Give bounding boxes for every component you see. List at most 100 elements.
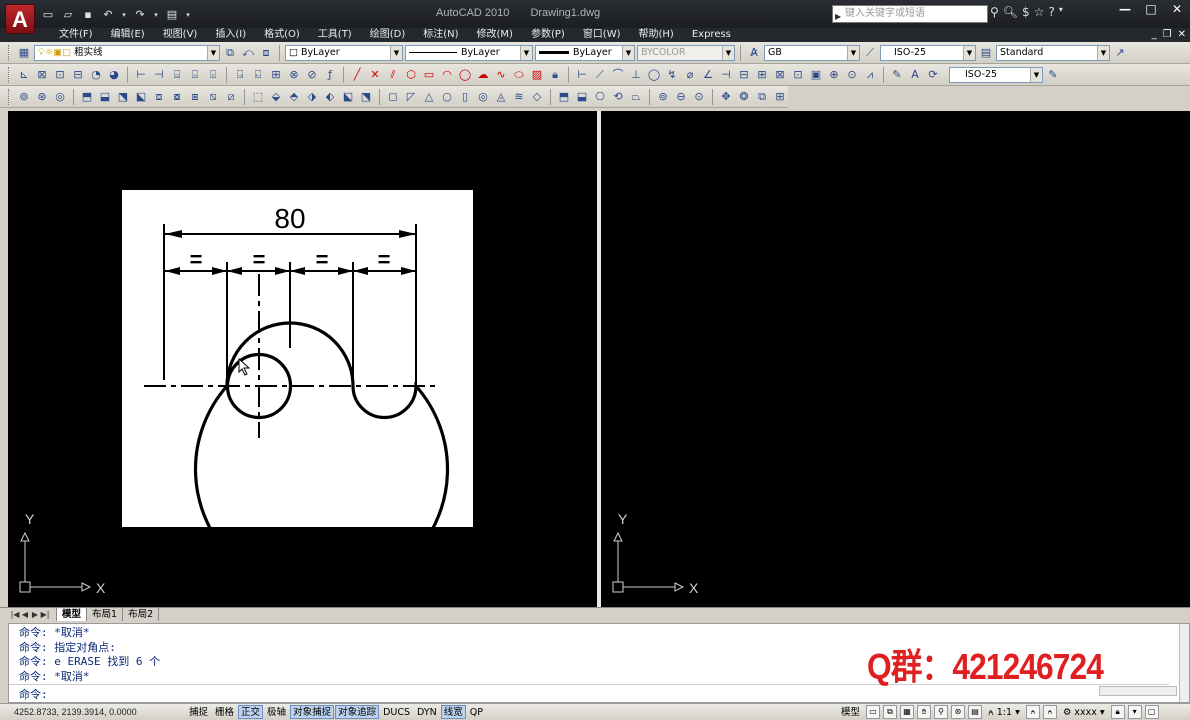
redo-icon[interactable]: ↷	[132, 8, 148, 22]
orbit-icon[interactable]: ⊚	[16, 89, 32, 105]
tb-icon-3[interactable]: ⊡	[52, 67, 68, 83]
command-vertical-scrollbar[interactable]	[1179, 624, 1189, 702]
dim-jogged-icon[interactable]: ↯	[664, 67, 680, 83]
viewport-left[interactable]: 80 = = = = X Y	[8, 111, 597, 607]
layout-icon[interactable]: ▭	[866, 705, 881, 719]
circle-icon[interactable]: ◯	[457, 67, 473, 83]
ucs-view-icon[interactable]: ⧇	[169, 89, 185, 105]
table-style-icon[interactable]: ▤	[978, 45, 994, 61]
search-icon[interactable]: 🔍︎	[1003, 5, 1018, 19]
toggle-dyn[interactable]: DYN	[414, 705, 440, 719]
tab-layout2[interactable]: 布局2	[122, 608, 158, 621]
tb-icon-16[interactable]: ⊘	[304, 67, 320, 83]
rectangle-icon[interactable]: ▭	[421, 67, 437, 83]
help-icon[interactable]: ?	[1048, 5, 1054, 19]
extrude-icon[interactable]: ⬒	[556, 89, 572, 105]
cone-icon[interactable]: △	[421, 89, 437, 105]
revolve-icon[interactable]: ⟲	[610, 89, 626, 105]
showmotion-icon[interactable]: ▤	[968, 705, 983, 719]
menu-view[interactable]: 视图(V)	[154, 28, 207, 42]
pan-icon[interactable]: ✋︎	[917, 705, 932, 719]
linetype-combo[interactable]: ByLayer ▼	[405, 44, 533, 61]
pyramid-icon[interactable]: ◬	[493, 89, 509, 105]
ucs-face-icon[interactable]: ⬕	[133, 89, 149, 105]
ucs-zaxis-icon[interactable]: ⧅	[205, 89, 221, 105]
ucs-3point-icon[interactable]: ⧄	[223, 89, 239, 105]
plot-icon[interactable]: ▤	[164, 8, 180, 22]
quick-view-drawings-icon[interactable]: ▦	[900, 705, 915, 719]
doc-minimize-button[interactable]: _	[1152, 29, 1157, 40]
favorites-icon[interactable]: ☆	[1034, 5, 1045, 19]
menu-file[interactable]: 文件(F)	[50, 28, 102, 42]
dim-break-icon[interactable]: ⊡	[790, 67, 806, 83]
revcloud-icon[interactable]: ☁︎	[475, 67, 491, 83]
dim-space-icon[interactable]: ⊠	[772, 67, 788, 83]
workspace-switch[interactable]: ⚙ xxxx ▾	[1060, 705, 1108, 719]
tab-layout1[interactable]: 布局1	[86, 608, 122, 621]
menu-insert[interactable]: 插入(I)	[206, 28, 255, 42]
lineweight-combo[interactable]: ByLayer ▼	[535, 44, 635, 61]
xline-icon[interactable]: ✕	[367, 67, 383, 83]
menu-express[interactable]: Express	[683, 28, 740, 42]
ucs-icon[interactable]: ⬒	[79, 89, 95, 105]
tb-icon-6[interactable]: ◕	[106, 67, 122, 83]
sweep-icon[interactable]: ⎔	[592, 89, 608, 105]
command-horizontal-scrollbar[interactable]	[1099, 686, 1177, 696]
binoculars-icon[interactable]: ⚲	[990, 5, 999, 19]
3dalign-icon[interactable]: ⧉	[754, 89, 770, 105]
box-icon[interactable]: ◻	[385, 89, 401, 105]
save-icon[interactable]: ▪	[80, 8, 96, 22]
tb-icon-11[interactable]: ⌻	[205, 67, 221, 83]
tb-icon-1[interactable]: ⊾	[16, 67, 32, 83]
toggle-qp[interactable]: QP	[467, 705, 486, 719]
qat-dropdown-icon[interactable]: ▾	[184, 8, 192, 22]
menu-edit[interactable]: 编辑(E)	[102, 28, 154, 42]
menu-window[interactable]: 窗口(W)	[574, 28, 630, 42]
menu-parametric[interactable]: 参数(P)	[522, 28, 574, 42]
3drotate-icon[interactable]: ❂	[736, 89, 752, 105]
toolbar-grip[interactable]	[8, 66, 11, 83]
tb-icon-2[interactable]: ⊠	[34, 67, 50, 83]
dim-continue-icon[interactable]: ⊞	[754, 67, 770, 83]
continuous-orbit-icon[interactable]: ◎	[52, 89, 68, 105]
make-current-layer-icon[interactable]: ⧉	[222, 45, 238, 61]
view-right-icon[interactable]: ⬗	[304, 89, 320, 105]
restore-button[interactable]: □	[1142, 2, 1160, 16]
multileader-style-icon[interactable]: ↗	[1112, 45, 1128, 61]
union-icon[interactable]: ⊚	[655, 89, 671, 105]
fx-icon[interactable]: ƒ	[322, 67, 338, 83]
dim-arc-icon[interactable]: ⌒	[610, 67, 626, 83]
polygon-icon[interactable]: ⬡	[403, 67, 419, 83]
free-orbit-icon[interactable]: ⊛	[34, 89, 50, 105]
dim-style-manager-icon[interactable]: ✎	[1045, 67, 1061, 83]
next-tab-icon[interactable]: ▶	[30, 610, 40, 619]
application-menu-button[interactable]: A	[5, 4, 35, 34]
torus-icon[interactable]: ◎	[475, 89, 491, 105]
spline-icon[interactable]: ∿	[493, 67, 509, 83]
menu-help[interactable]: 帮助(H)	[630, 28, 683, 42]
ucs-object-icon[interactable]: ⧈	[151, 89, 167, 105]
toolbar-grip[interactable]	[8, 44, 11, 61]
tb-icon-10[interactable]: ⌺	[187, 67, 203, 83]
dim-diameter-icon[interactable]: ⌀	[682, 67, 698, 83]
helix-icon[interactable]: ≋	[511, 89, 527, 105]
sphere-icon[interactable]: ○	[439, 89, 455, 105]
subtract-icon[interactable]: ⊖	[673, 89, 689, 105]
toggle-ortho[interactable]: 正交	[238, 705, 264, 719]
dim-aligned-icon[interactable]: ⟋	[592, 67, 608, 83]
text-style-combo[interactable]: GB ▼	[764, 44, 860, 61]
hatch-icon[interactable]: ▨	[529, 67, 545, 83]
wedge-icon[interactable]: ◸	[403, 89, 419, 105]
text-style-icon[interactable]: A̷	[746, 45, 762, 61]
3darray-icon[interactable]: ⊞	[772, 89, 788, 105]
ucs-world-icon[interactable]: ⬓	[97, 89, 113, 105]
tab-model[interactable]: 模型	[56, 608, 87, 621]
view-front-icon[interactable]: ⬖	[322, 89, 338, 105]
subscription-icon[interactable]: $	[1022, 5, 1030, 19]
doc-close-button[interactable]: ✕	[1178, 29, 1186, 40]
ellipse-icon[interactable]: ⬭	[511, 67, 527, 83]
redo-dropdown-icon[interactable]: ▾	[152, 8, 160, 22]
steering-wheel-icon[interactable]: ⊛	[951, 705, 966, 719]
toggle-otrack[interactable]: 对象追踪	[335, 705, 380, 719]
menu-dimension[interactable]: 标注(N)	[414, 28, 467, 42]
